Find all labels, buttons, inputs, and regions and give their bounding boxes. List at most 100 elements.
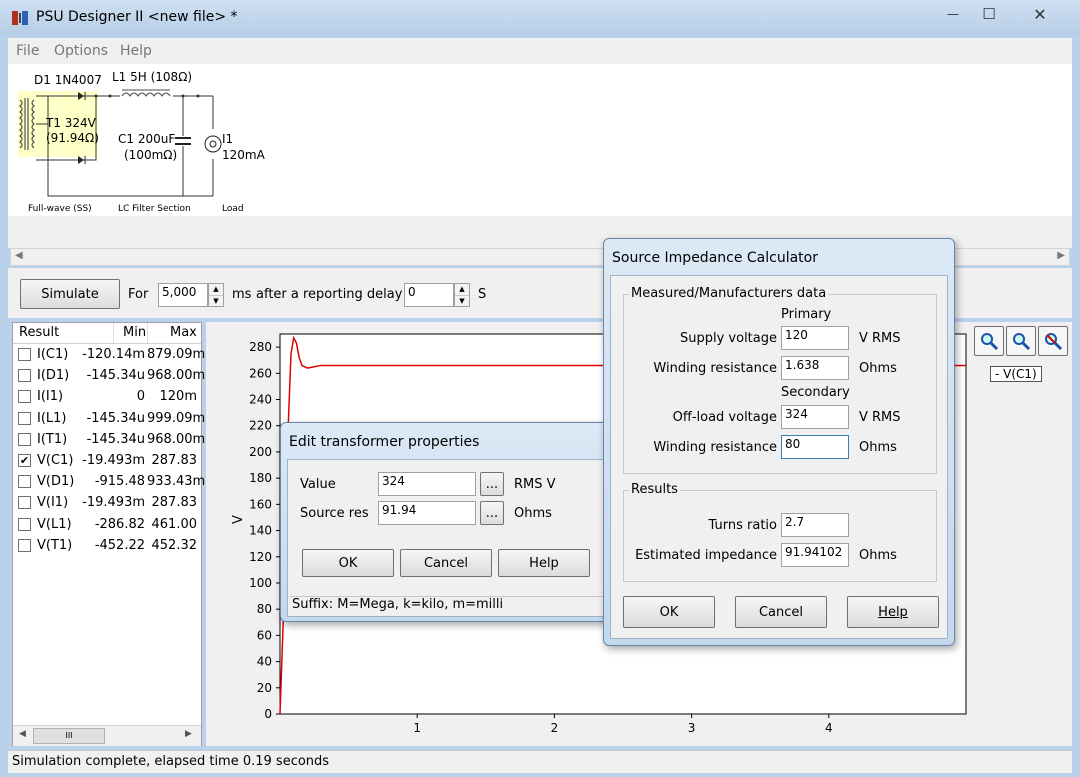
delay-spinner[interactable]: ▲ ▼ (454, 283, 470, 307)
i1-label: I1 (222, 132, 234, 146)
duration-spinner[interactable]: ▲ ▼ (208, 283, 224, 307)
app-icon[interactable] (10, 8, 30, 28)
results-row[interactable]: ✔ V(C1) -19.493m 287.83 (13, 451, 201, 472)
result-name: V(I1) (37, 495, 69, 511)
result-checkbox[interactable]: ✔ (18, 454, 31, 467)
zoom-in-button[interactable] (974, 326, 1004, 356)
impedance-cancel-button[interactable]: Cancel (735, 596, 827, 628)
est-impedance-label: Estimated impedance (635, 548, 777, 563)
zoom-out-icon (1013, 333, 1031, 351)
value-input[interactable]: 324 (378, 472, 476, 496)
results-row[interactable]: V(D1) -915.48 933.43m (13, 472, 205, 493)
section-filter-label: LC Filter Section (118, 204, 191, 214)
zoom-reset-icon (1045, 333, 1063, 351)
impedance-ok-button[interactable]: OK (623, 596, 715, 628)
menu-help[interactable]: Help (120, 43, 152, 59)
supply-voltage-input[interactable]: 120 (781, 326, 849, 350)
header-result[interactable]: Result (19, 325, 59, 340)
result-name: I(L1) (37, 410, 67, 426)
delay-input[interactable]: 0 (404, 283, 454, 307)
menu-file[interactable]: File (16, 43, 39, 59)
results-scrollbar[interactable]: ◀ III ▶ (13, 725, 201, 746)
results-row[interactable]: V(L1) -286.82 461.00 (13, 515, 201, 536)
source-res-calc-button[interactable]: ... (480, 501, 504, 525)
offload-voltage-input[interactable]: 324 (781, 405, 849, 429)
schematic-panel[interactable]: D1 1N4007 L1 5H (108Ω) T1 324V (91.94Ω) … (8, 64, 1072, 216)
result-checkbox[interactable] (18, 475, 31, 489)
y-tick-label: 260 (249, 366, 272, 380)
result-name: I(C1) (37, 347, 69, 362)
section-rectifier-label: Full-wave (SS) (28, 204, 92, 214)
duration-input[interactable]: 5,000 (158, 283, 208, 307)
suffix-hint: Suffix: M=Mega, k=kilo, m=milli (290, 596, 612, 615)
result-min: -286.82 (94, 516, 145, 532)
y-tick-label: 40 (257, 655, 272, 669)
close-button[interactable]: ✕ (1010, 2, 1070, 26)
result-checkbox[interactable] (18, 369, 31, 383)
primary-winding-res-label: Winding resistance (653, 361, 777, 376)
d1-label: D1 1N4007 (34, 73, 102, 87)
supply-voltage-unit: V RMS (859, 331, 901, 346)
transformer-help-button[interactable]: Help (498, 549, 590, 577)
results-row[interactable]: I(L1) -145.34u 999.09m (13, 409, 205, 430)
y-axis-label: V (230, 515, 246, 524)
scroll-left-icon[interactable]: ◀ (19, 729, 26, 739)
primary-winding-res-unit: Ohms (859, 361, 897, 376)
results-group-label: Results (629, 482, 680, 497)
title-bar: PSU Designer II <new file> * — ☐ ✕ (0, 0, 1080, 36)
results-header: Result Min Max (13, 323, 201, 344)
scroll-right-icon[interactable]: ▶ (185, 729, 192, 739)
transformer-cancel-button[interactable]: Cancel (400, 549, 492, 577)
results-group (623, 490, 937, 582)
current-source-symbol (204, 135, 222, 153)
for-label: For (128, 287, 149, 302)
result-min: -120.14m (82, 347, 145, 362)
primary-winding-res-input[interactable]: 1.638 (781, 356, 849, 380)
impedance-help-button[interactable]: Help (847, 596, 939, 628)
y-tick-label: 220 (249, 419, 272, 433)
transformer-dialog-title: Edit transformer properties (289, 434, 480, 450)
result-max: 452.32 (151, 537, 198, 553)
result-checkbox[interactable] (18, 496, 31, 510)
y-tick-label: 0 (264, 707, 272, 721)
scroll-left-icon[interactable]: ◀ (15, 250, 23, 261)
result-name: V(L1) (37, 516, 72, 532)
measured-group-label: Measured/Manufacturers data (629, 286, 829, 301)
menu-options[interactable]: Options (54, 43, 108, 59)
maximize-icon: ☐ (982, 5, 996, 23)
minimize-button[interactable]: — (938, 2, 968, 26)
result-checkbox[interactable] (18, 348, 31, 361)
results-row[interactable]: I(D1) -145.34u 968.00m (13, 366, 205, 387)
header-max[interactable]: Max (170, 325, 197, 340)
y-tick-label: 200 (249, 445, 272, 459)
result-checkbox[interactable] (18, 411, 31, 425)
simulate-button[interactable]: Simulate (20, 279, 120, 309)
header-min[interactable]: Min (123, 325, 146, 340)
value-browse-button[interactable]: ... (480, 472, 504, 496)
l1-label: L1 5H (108Ω) (112, 70, 193, 84)
result-checkbox[interactable] (18, 390, 31, 404)
result-checkbox[interactable] (18, 538, 31, 552)
scroll-thumb[interactable]: III (33, 728, 105, 744)
est-impedance-output: 91.94102 (781, 543, 849, 567)
result-checkbox[interactable] (18, 517, 31, 531)
results-list[interactable]: Result Min Max I(C1) -120.14m 879.09m I(D1)… (12, 322, 206, 746)
source-res-input[interactable]: 91.94 (378, 501, 476, 525)
secondary-winding-res-unit: Ohms (859, 440, 897, 455)
transformer-ok-button[interactable]: OK (302, 549, 394, 577)
result-checkbox[interactable] (18, 432, 31, 446)
secondary-winding-res-input[interactable]: 80 (781, 435, 849, 459)
results-row[interactable]: V(T1) -452.22 452.32 (13, 536, 201, 557)
primary-label: Primary (781, 307, 832, 322)
minimize-icon: — (947, 7, 959, 21)
zoom-reset-button[interactable] (1038, 326, 1068, 356)
result-max: 879.09m (147, 347, 206, 362)
results-row[interactable]: I(C1) -120.14m 879.09m (13, 345, 206, 366)
results-row[interactable]: I(I1) 0 120m (13, 387, 201, 408)
results-row[interactable]: I(T1) -145.34u 968.00m (13, 430, 205, 451)
y-tick-label: 240 (249, 393, 272, 407)
scroll-right-icon[interactable]: ▶ (1057, 250, 1065, 261)
zoom-out-button[interactable] (1006, 326, 1036, 356)
results-row[interactable]: V(I1) -19.493m 287.83 (13, 493, 201, 514)
maximize-button[interactable]: ☐ (974, 2, 1004, 26)
